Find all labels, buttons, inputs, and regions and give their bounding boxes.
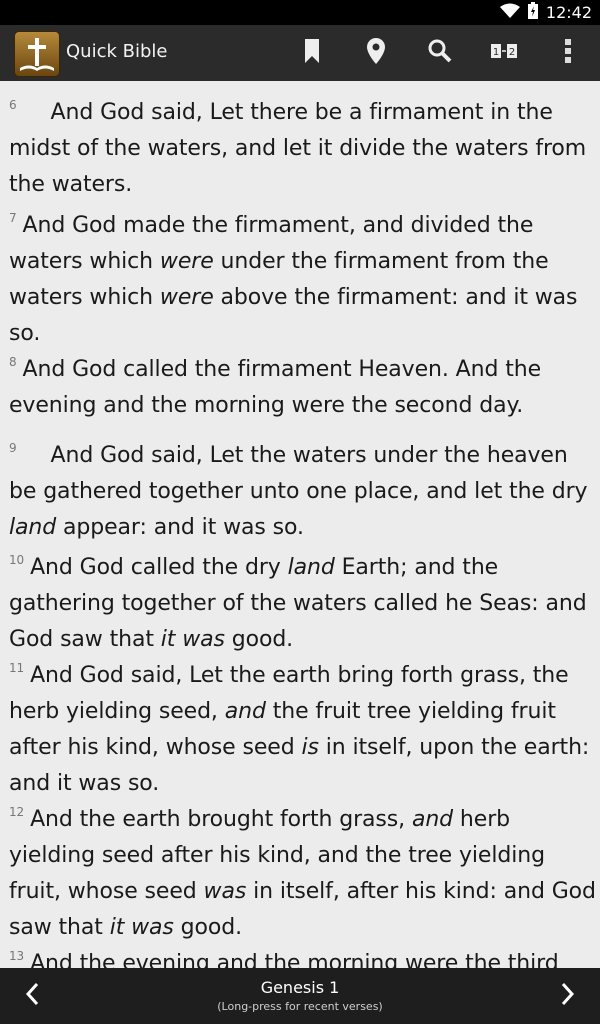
verse-text: good.: [224, 627, 294, 652]
action-bar: Quick Bible 1 2: [0, 25, 600, 81]
italic-text: was: [203, 879, 247, 904]
app-title: Quick Bible: [66, 41, 168, 62]
search-icon: [428, 39, 452, 67]
verse-12[interactable]: 12 And the earth brought forth grass, and…: [9, 802, 597, 946]
app-logo-icon[interactable]: [14, 31, 60, 77]
verse-text: And the earth brought forth grass,: [30, 807, 412, 832]
chapter-reference[interactable]: Genesis 1: [0, 978, 600, 997]
verse-number: 11: [9, 661, 25, 675]
verse-number: 9: [9, 441, 17, 455]
verse-text: And God said, Let there be a firmament i…: [9, 100, 587, 197]
italic-text: is: [301, 735, 319, 760]
svg-text:2: 2: [509, 47, 515, 58]
verse-text: And God called the dry: [30, 555, 288, 580]
verse-content[interactable]: 6 And God said, Let there be a firmament …: [0, 81, 600, 968]
verse-13[interactable]: 13 And the evening and the morning were t…: [9, 946, 597, 968]
overflow-menu-button[interactable]: [548, 33, 588, 73]
italic-text: and: [224, 699, 266, 724]
italic-text: it was: [109, 915, 174, 940]
italic-text: it was: [160, 627, 225, 652]
svg-text:1: 1: [493, 47, 499, 58]
status-icons: 12:42: [499, 0, 592, 25]
verse-text: And the evening and the morning were the…: [30, 951, 559, 968]
battery-icon: [527, 2, 538, 23]
verse-number: 10: [9, 553, 25, 567]
verse-text: And God said, Let the waters under the h…: [9, 443, 588, 504]
goto-location-button[interactable]: [356, 33, 396, 73]
search-button[interactable]: [420, 33, 460, 73]
verse-number: 12: [9, 805, 25, 819]
verse-text: And God called the firmament Heaven. And…: [9, 357, 542, 418]
italic-text: land: [9, 515, 57, 540]
chapter-reference-hint: (Long-press for recent verses): [217, 1000, 383, 1013]
bookmark-icon: [305, 39, 319, 67]
location-pin-icon: [367, 38, 385, 68]
italic-text: were: [159, 249, 214, 274]
verse-11[interactable]: 11 And God said, Let the earth bring fort…: [9, 658, 597, 802]
verse-number: 7: [9, 211, 17, 225]
bottom-nav-bar: Genesis 1 (Long-press for recent verses): [0, 968, 600, 1024]
verse-text: appear: and it was so.: [56, 515, 304, 540]
verse-number: 6: [9, 98, 17, 112]
verse-8[interactable]: 8 And God called the firmament Heaven. An…: [9, 352, 597, 424]
italic-text: were: [159, 285, 214, 310]
clock: 12:42: [545, 3, 592, 22]
wifi-icon: [499, 3, 520, 23]
parallel-versions-button[interactable]: 1 2: [484, 33, 524, 73]
verse-10[interactable]: 10 And God called the dry land Earth; and…: [9, 550, 597, 658]
bookmark-button[interactable]: [292, 33, 332, 73]
italic-text: and: [411, 807, 454, 832]
compare-versions-icon: 1 2: [491, 42, 517, 64]
chevron-right-icon: [561, 982, 575, 1010]
verse-number: 8: [9, 355, 17, 369]
verse-9[interactable]: 9 And God said, Let the waters under the …: [9, 438, 597, 546]
status-bar: 12:42: [0, 0, 600, 25]
verse-6[interactable]: 6 And God said, Let there be a firmament …: [9, 95, 597, 203]
verse-text: good.: [173, 915, 243, 940]
verse-number: 13: [9, 949, 25, 963]
italic-text: land: [287, 555, 335, 580]
overflow-menu-icon: [565, 39, 571, 67]
verse-7[interactable]: 7 And God made the firmament, and divided…: [9, 208, 597, 352]
next-chapter-button[interactable]: [546, 976, 590, 1016]
